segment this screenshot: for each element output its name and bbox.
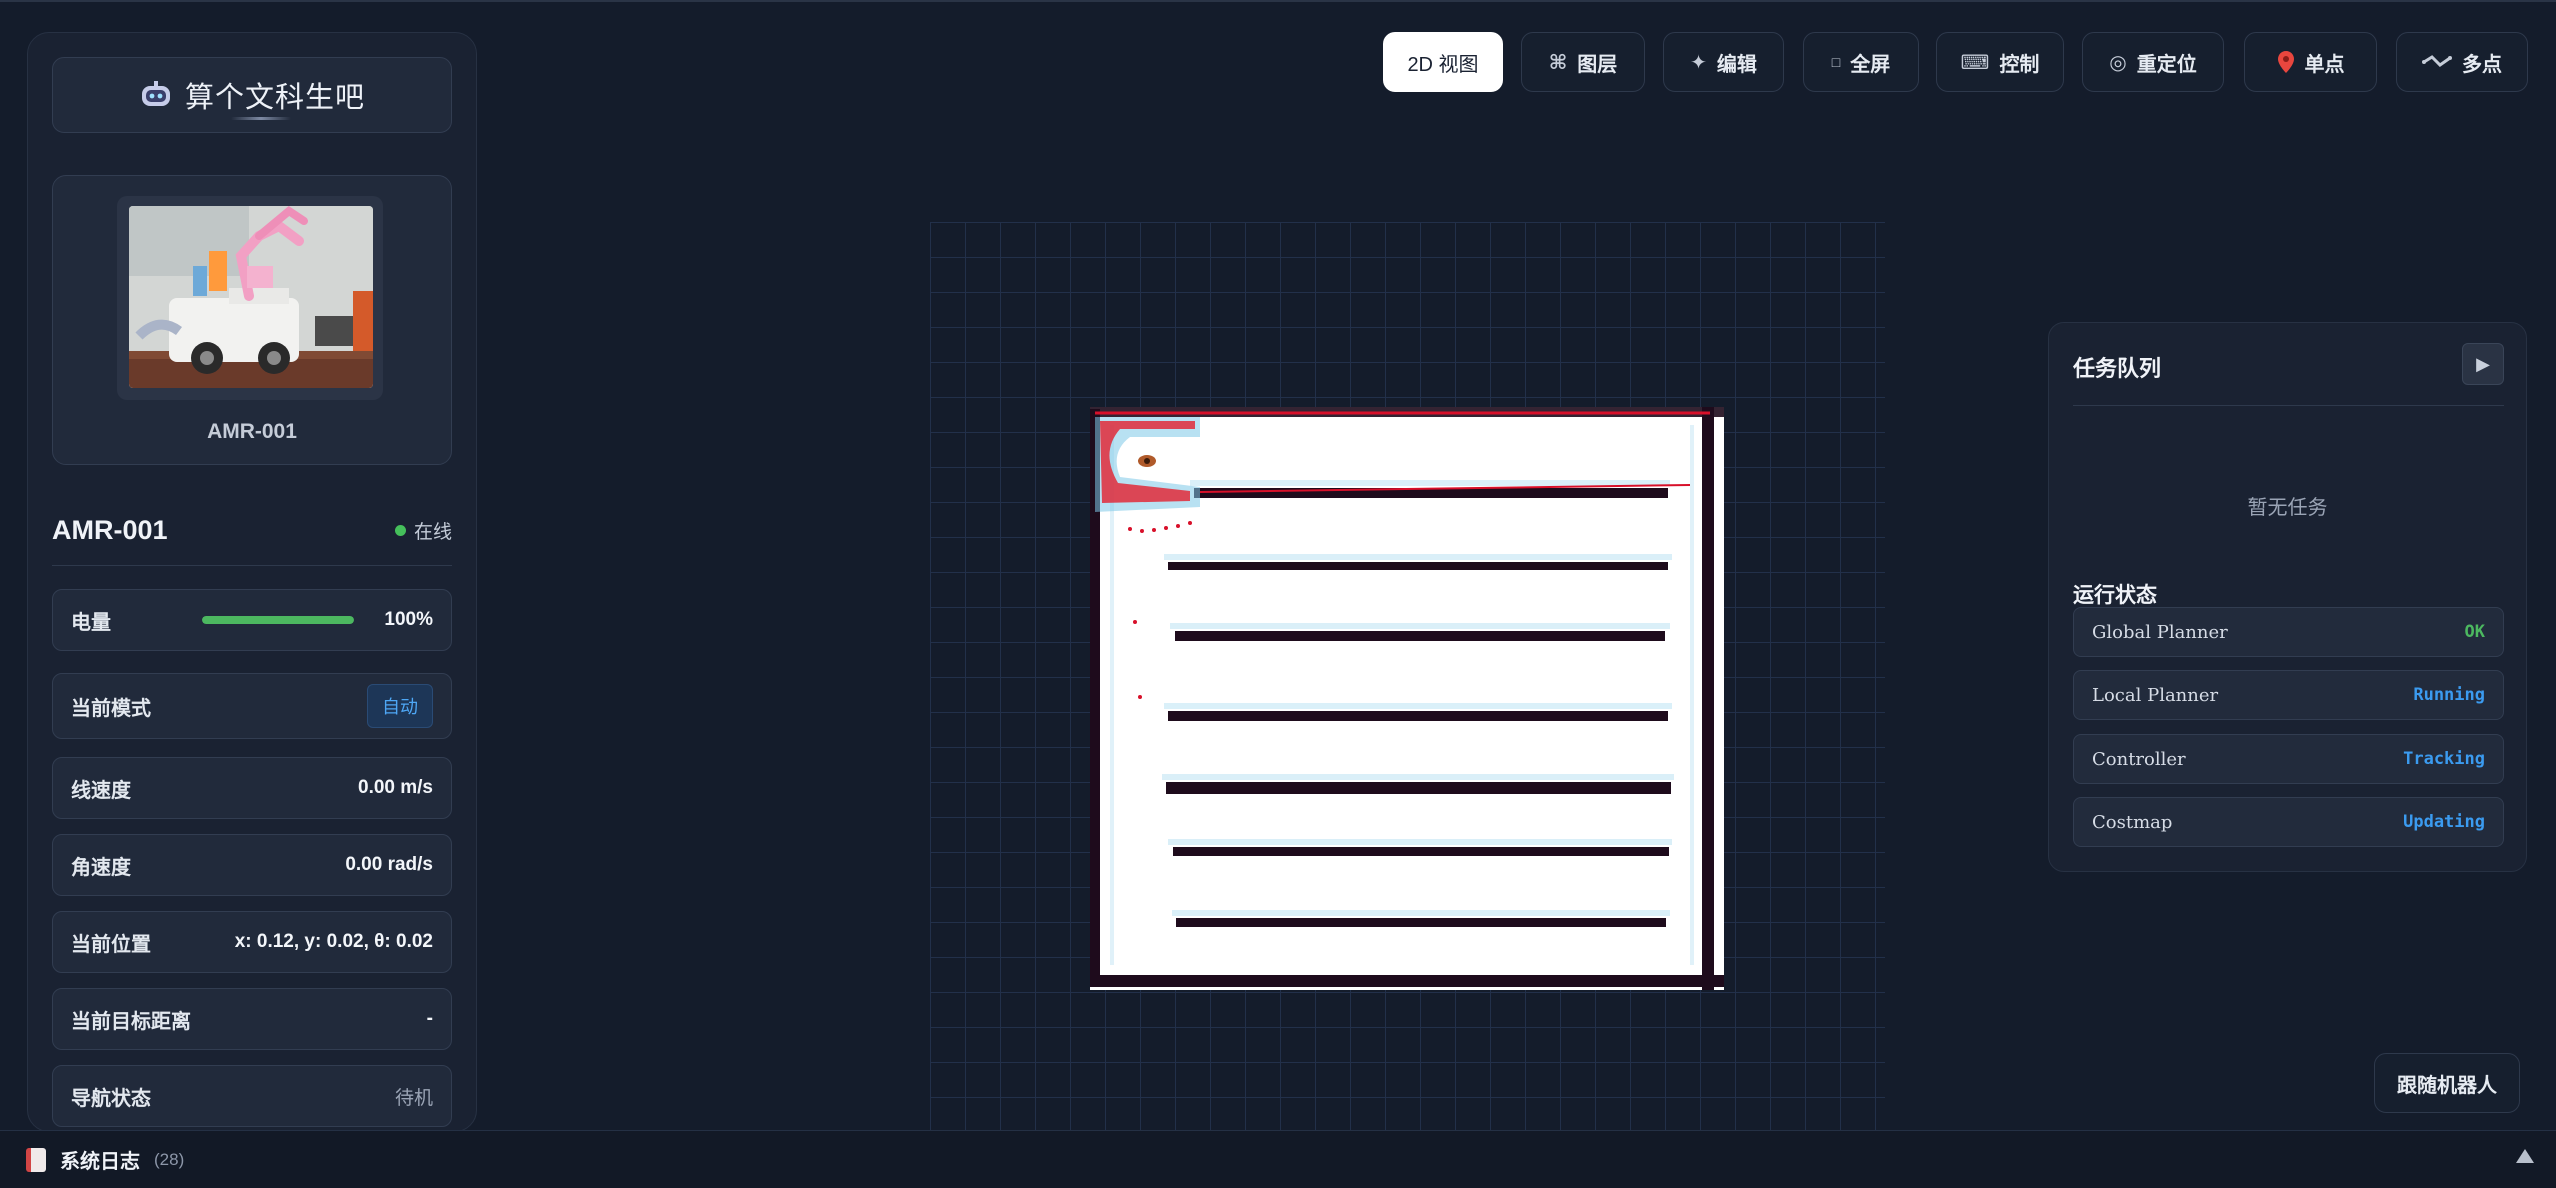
position-label: 当前位置 xyxy=(71,933,151,956)
position-stat: 当前位置 x: 0.12, y: 0.02, θ: 0.02 xyxy=(52,911,452,973)
status-value: Updating xyxy=(2403,812,2485,832)
status-row: Costmap Updating xyxy=(2073,797,2504,847)
task-empty-text: 暂无任务 xyxy=(2247,497,2328,519)
robot-face-icon xyxy=(141,81,170,106)
fullscreen-button[interactable]: □ 全屏 xyxy=(1803,32,1919,92)
edit-label: 编辑 xyxy=(1716,53,1757,76)
robot-name: AMR-001 xyxy=(52,515,168,545)
status-value: Running xyxy=(2413,685,2485,705)
mode-label: 当前模式 xyxy=(71,697,151,720)
view-2d-button[interactable]: 2D 视图 xyxy=(1383,32,1503,92)
battery-fill xyxy=(202,616,355,624)
system-log-count: (28) xyxy=(154,1149,185,1169)
occupancy-map[interactable] xyxy=(1090,407,1724,990)
single-point-button[interactable]: 单点 xyxy=(2244,32,2377,92)
online-status: 在线 xyxy=(394,517,452,544)
robot-photo xyxy=(129,206,373,388)
battery-label: 电量 xyxy=(71,611,111,634)
target-distance-stat: 当前目标距离 - xyxy=(52,988,452,1050)
mode-badge[interactable]: 自动 xyxy=(367,684,433,728)
target-circle-icon: ◎ xyxy=(2109,51,2127,74)
relocate-label: 重定位 xyxy=(2136,53,2197,76)
multi-point-button[interactable]: 多点 xyxy=(2396,32,2528,92)
sparkle-icon: ✦ xyxy=(1690,51,1707,74)
command-icon: ⌘ xyxy=(1548,51,1568,74)
status-row: Local Planner Running xyxy=(2073,670,2504,720)
target-distance-value: - xyxy=(426,1008,433,1029)
task-queue-title: 任务队列 xyxy=(2073,356,2162,381)
angular-speed-label: 角速度 xyxy=(71,856,131,879)
robot-card-name: AMR-001 xyxy=(207,420,297,443)
angular-speed-stat: 角速度 0.00 rad/s xyxy=(52,834,452,896)
brand-header: 算个文科生吧 xyxy=(52,57,452,133)
mode-stat: 当前模式 自动 xyxy=(52,673,452,739)
linear-speed-label: 线速度 xyxy=(71,779,131,802)
battery-stat: 电量 100% xyxy=(52,589,452,651)
layers-button[interactable]: ⌘ 图层 xyxy=(1521,32,1645,92)
status-row: Controller Tracking xyxy=(2073,734,2504,784)
robot-photo-frame xyxy=(117,196,383,400)
square-icon: □ xyxy=(1831,54,1841,70)
nav-status-stat: 导航状态 待机 xyxy=(52,1065,452,1127)
status-name: Global Planner xyxy=(2092,621,2228,643)
fullscreen-label: 全屏 xyxy=(1850,53,1891,76)
task-divider xyxy=(2073,405,2504,406)
system-log-label: 系统日志 xyxy=(60,1151,140,1173)
target-distance-label: 当前目标距离 xyxy=(71,1010,191,1033)
route-icon xyxy=(2422,55,2452,67)
linear-speed-stat: 线速度 0.00 m/s xyxy=(52,757,452,819)
play-icon: ▶ xyxy=(2476,353,2490,374)
robot-card[interactable]: AMR-001 xyxy=(52,175,452,465)
online-dot-icon xyxy=(394,525,406,536)
robot-sidebar: 算个文科生吧 AMR-001 AMR-001 在线 电量 100% 当前模式 自… xyxy=(27,32,477,1132)
status-name: Costmap xyxy=(2092,811,2173,833)
status-name: Local Planner xyxy=(2092,684,2219,706)
multi-point-label: 多点 xyxy=(2462,53,2502,76)
angular-speed-value: 0.00 rad/s xyxy=(345,854,433,875)
single-point-label: 单点 xyxy=(2304,53,2345,76)
online-status-text: 在线 xyxy=(413,522,452,543)
position-value: x: 0.12, y: 0.02, θ: 0.02 xyxy=(234,931,433,952)
keyboard-icon: ⌨ xyxy=(1960,51,1990,74)
nav-status-value: 待机 xyxy=(394,1087,433,1109)
status-value: Tracking xyxy=(2403,749,2485,769)
layers-label: 图层 xyxy=(1577,53,1618,76)
edit-button[interactable]: ✦ 编辑 xyxy=(1663,32,1784,92)
status-row: Global Planner OK xyxy=(2073,607,2504,657)
pin-icon xyxy=(2277,51,2294,73)
expand-up-icon[interactable] xyxy=(2516,1149,2534,1163)
robot-header-divider xyxy=(52,565,452,566)
clipboard-icon xyxy=(26,1147,46,1172)
control-label: 控制 xyxy=(1999,53,2040,76)
linear-speed-value: 0.00 m/s xyxy=(358,777,433,798)
status-value: OK xyxy=(2464,622,2485,642)
robot-header: AMR-001 在线 xyxy=(52,515,452,546)
brand-underline xyxy=(231,117,291,120)
play-button[interactable]: ▶ xyxy=(2462,343,2504,385)
relocate-button[interactable]: ◎ 重定位 xyxy=(2082,32,2224,92)
runtime-status-title: 运行状态 xyxy=(2073,584,2157,607)
view-2d-label: 2D 视图 xyxy=(1407,53,1479,76)
brand-title: 算个文科生吧 xyxy=(184,80,365,114)
battery-bar xyxy=(202,616,355,624)
top-border xyxy=(0,0,2556,2)
follow-robot-button[interactable]: 跟随机器人 xyxy=(2374,1053,2520,1113)
nav-status-label: 导航状态 xyxy=(71,1087,151,1110)
system-log-bar[interactable]: 系统日志 (28) xyxy=(0,1130,2556,1188)
battery-value: 100% xyxy=(384,609,433,630)
task-panel: 任务队列 ▶ 暂无任务 运行状态 Global Planner OK Local… xyxy=(2048,322,2527,872)
control-button[interactable]: ⌨ 控制 xyxy=(1936,32,2064,92)
status-name: Controller xyxy=(2092,748,2186,770)
